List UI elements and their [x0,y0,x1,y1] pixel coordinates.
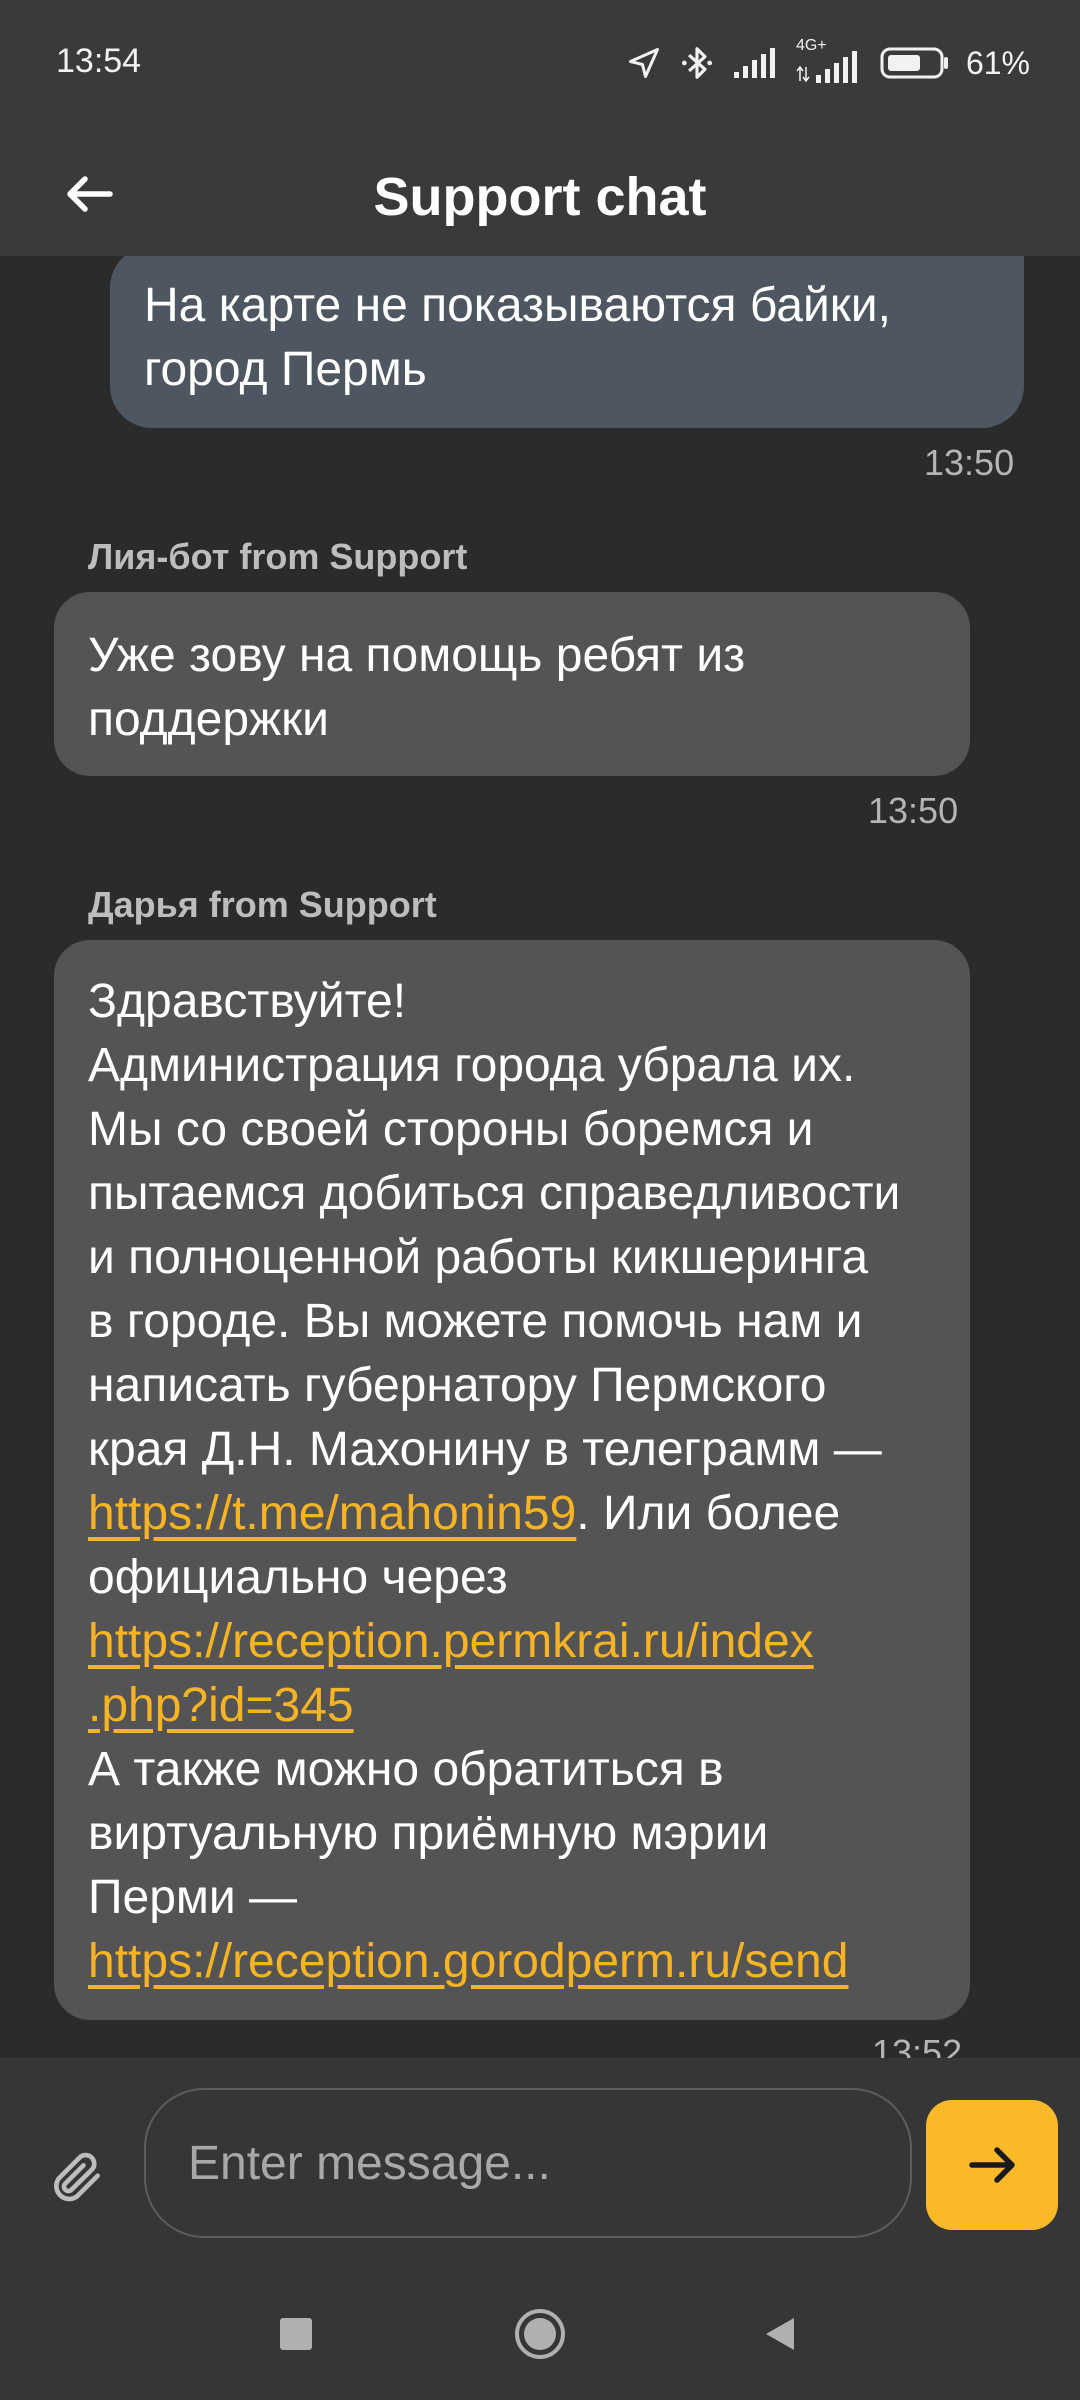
send-button[interactable] [926,2100,1058,2230]
gorodperm-reception-link[interactable]: https://reception.gorodperm.ru/send [88,1935,848,1988]
status-icons: 4G+ 61% [626,37,1030,88]
arrow-right-icon [969,2147,1015,2183]
status-time: 13:54 [56,42,142,80]
signal-4g-icon: 4G+ [796,37,864,85]
bluetooth-icon [678,44,716,82]
paperclip-icon [54,2152,100,2202]
recent-apps-icon [280,2318,312,2350]
message-time: 13:52 [872,2032,963,2058]
message-text-part: Здравствуйте! Администрация города убрал… [88,975,901,1476]
incoming-message: Здравствуйте! Администрация города убрал… [54,940,970,2020]
chat-header: Support chat [0,130,1080,256]
message-text: На карте не показываются байки, город Пе… [144,279,891,396]
chat-messages[interactable]: На карте не показываются байки, город Пе… [0,256,1080,2058]
system-back-button[interactable] [744,2298,816,2370]
home-icon [515,2309,565,2359]
message-input[interactable] [144,2088,912,2238]
system-nav-bar [0,2268,1080,2400]
signal-icon [732,46,780,80]
attach-button[interactable] [42,2142,112,2212]
location-icon [626,45,662,81]
permkrai-reception-link[interactable]: https://reception.permkrai.ru/index .php… [88,1615,814,1732]
message-sender: Дарья from Support [88,884,437,925]
message-time: 13:50 [868,790,959,831]
message-text: Уже зову на помощь ребят из поддержки [88,629,746,746]
home-button[interactable] [504,2298,576,2370]
battery-percentage: 61% [965,44,1030,81]
telegram-link[interactable]: https://t.me/mahonin59 [88,1487,576,1540]
message-time: 13:50 [924,442,1015,483]
message-sender: Лия-бот from Support [88,536,468,577]
recent-apps-button[interactable] [260,2298,332,2370]
incoming-message: Уже зову на помощь ребят из поддержки [54,592,970,776]
outgoing-message: На карте не показываются байки, город Пе… [110,256,1024,428]
message-composer [0,2058,1080,2268]
battery-icon [880,45,950,81]
status-bar: 13:54 4G+ 61% [0,0,1080,130]
message-text: Здравствуйте! Администрация города убрал… [88,970,936,1994]
page-title: Support chat [373,167,707,227]
message-text-part: А также можно обратиться в виртуальную п… [88,1743,769,1924]
back-icon [766,2318,794,2350]
